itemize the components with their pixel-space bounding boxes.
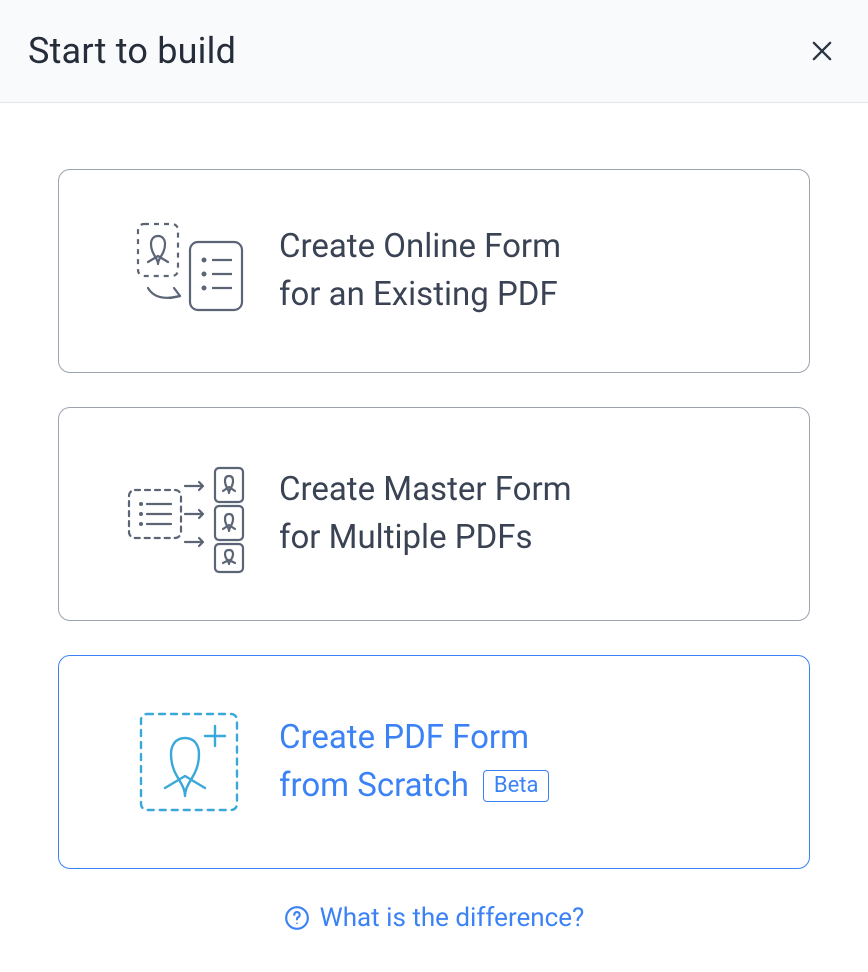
pdf-to-form-icon xyxy=(99,216,279,326)
new-pdf-icon xyxy=(99,702,279,822)
option-create-pdf-from-scratch[interactable]: Create PDF Form from Scratch Beta xyxy=(58,655,810,869)
dialog-title: Start to build xyxy=(28,30,236,72)
option-create-master-form[interactable]: Create Master Form for Multiple PDFs xyxy=(58,407,810,621)
option-line2: for Multiple PDFs xyxy=(279,514,769,562)
option-label: Create Master Form for Multiple PDFs xyxy=(279,466,769,562)
option-line2: for an Existing PDF xyxy=(279,271,769,319)
option-label: Create Online Form for an Existing PDF xyxy=(279,223,769,319)
form-to-multiple-pdf-icon xyxy=(99,454,279,574)
help-link[interactable]: What is the difference? xyxy=(58,903,810,933)
dialog-content: Create Online Form for an Existing PDF xyxy=(0,103,868,933)
beta-badge: Beta xyxy=(483,770,550,802)
help-icon xyxy=(284,905,310,931)
option-create-online-form[interactable]: Create Online Form for an Existing PDF xyxy=(58,169,810,373)
option-line2: from Scratch xyxy=(279,762,469,810)
close-icon xyxy=(808,37,836,65)
option-line1: Create Master Form xyxy=(279,466,769,514)
option-label: Create PDF Form from Scratch Beta xyxy=(279,714,769,810)
close-button[interactable] xyxy=(804,33,840,69)
help-label: What is the difference? xyxy=(320,903,585,933)
dialog-header: Start to build xyxy=(0,0,868,103)
option-line1: Create Online Form xyxy=(279,223,769,271)
option-line1: Create PDF Form xyxy=(279,714,769,762)
